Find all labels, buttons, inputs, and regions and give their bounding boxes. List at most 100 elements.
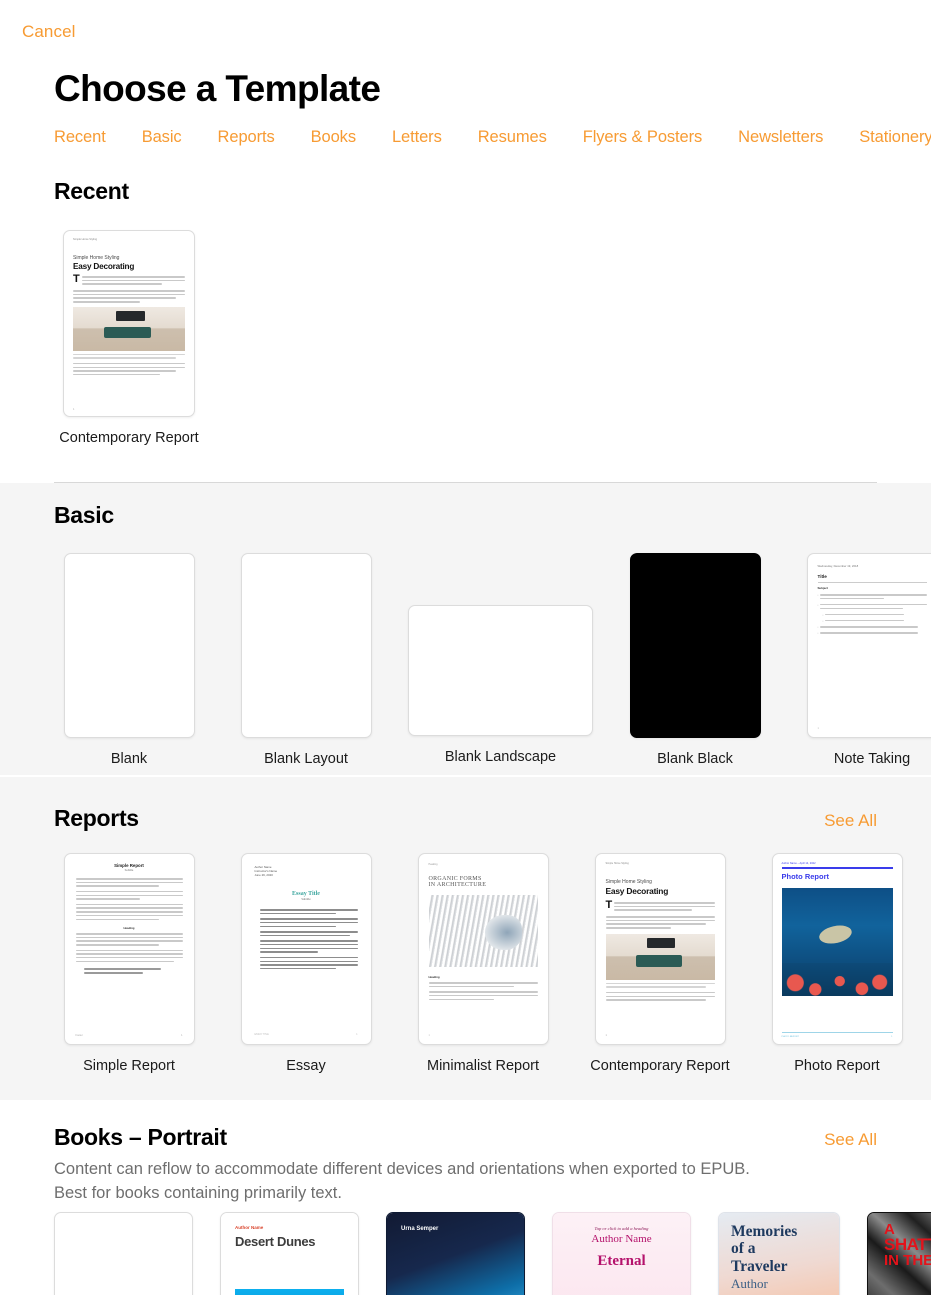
preview-author: Author Name [235,1225,264,1230]
template-card-blank[interactable]: Blank [54,553,204,769]
template-label: Blank Black [657,751,733,767]
template-thumbnail[interactable]: Tap or click to add a heading Author Nam… [552,1212,691,1295]
tab-resumes[interactable]: Resumes [478,128,547,147]
tab-letters[interactable]: Letters [392,128,442,147]
tab-reports[interactable]: Reports [218,128,275,147]
template-card-desert-dunes[interactable]: Author Name Desert Dunes [220,1212,359,1295]
see-all-reports-link[interactable]: See All [824,811,877,831]
template-label: Contemporary Report [59,430,199,446]
section-reports-title: Reports [54,805,139,831]
preview-eyebrow: Simple Home Styling [73,255,120,261]
preview-title: Photo Report [781,871,830,881]
template-card-urna-semper[interactable]: Urna Semper [386,1212,525,1295]
template-label: Photo Report [794,1058,880,1074]
template-thumbnail[interactable]: Simple Home Styling Simple Home Styling … [63,230,195,417]
thumbnail-preview: Author Name – April 14, 2022 Photo Repor… [773,854,902,1044]
preview-dropcap: T [605,899,613,911]
thumbnail-preview: Tap or click to add a heading Author Nam… [553,1213,690,1295]
preview-title: Simple Report [114,863,144,868]
section-books-title: Books – Portrait [54,1124,227,1150]
tab-books[interactable]: Books [311,128,356,147]
template-thumbnail[interactable]: Memories of a Traveler Author [718,1212,840,1295]
template-thumbnail[interactable]: Heading ORGANIC FORMS IN ARCHITECTURE He… [417,853,549,1045]
preview-caption [73,353,185,359]
template-card-blank-book[interactable] [54,1212,193,1295]
template-card-blank-black[interactable]: Blank Black [620,553,770,769]
thumbnail-preview: Simple Report Subtitle Heading Footer 1 [65,854,194,1044]
template-card-contemporary-report-recent[interactable]: Simple Home Styling Simple Home Styling … [54,230,204,448]
basic-template-row: Blank Blank Layout Blank Landscape Blank… [54,553,931,769]
template-thumbnail[interactable]: Author Name – April 14, 2022 Photo Repor… [771,853,903,1045]
preview-title-line2: of a [731,1240,756,1258]
template-thumbnail[interactable]: Wednesday, December 19, 2018 Title Subje… [806,553,931,738]
template-card-photo-report[interactable]: Author Name – April 14, 2022 Photo Repor… [762,853,912,1076]
preview-eyebrow: Heading [428,863,438,866]
template-card-memories-of-a-traveler[interactable]: Memories of a Traveler Author [718,1212,840,1295]
preview-title: Desert Dunes [235,1234,316,1249]
thumbnail-preview: Author Name Instructor's Name June 29, 2… [242,854,371,1044]
template-card-blank-landscape[interactable]: Blank Landscape [408,553,593,767]
preview-photo-room [73,306,185,351]
template-card-shatter[interactable]: A SHATTER IN THE [867,1212,931,1295]
preview-body-one: T [73,273,185,287]
template-thumbnail[interactable]: Author Name Instructor's Name June 29, 2… [240,853,372,1045]
template-card-blank-layout[interactable]: Blank Layout [231,553,381,769]
template-card-simple-report[interactable]: Simple Report Subtitle Heading Footer 1 [54,853,204,1076]
template-thumbnail[interactable] [54,1212,193,1295]
template-thumbnail[interactable]: Urna Semper [386,1212,525,1295]
template-thumbnail[interactable]: A SHATTER IN THE [867,1212,931,1295]
preview-photo-room [605,933,715,980]
preview-footer: ESSAY TITLE [254,1034,269,1036]
preview-author: Author Name [591,1233,652,1245]
section-books-header: Books – Portrait See All [0,1124,931,1151]
template-thumbnail[interactable]: Simple Report Subtitle Heading Footer 1 [63,853,195,1045]
template-label: Note Taking [833,751,911,767]
preview-title: Title [817,574,827,579]
page-title: Choose a Template [54,68,381,109]
preview-subtitle: Subtitle [301,897,311,901]
template-card-minimalist-report[interactable]: Heading ORGANIC FORMS IN ARCHITECTURE He… [408,853,558,1076]
thumbnail-preview: Heading ORGANIC FORMS IN ARCHITECTURE He… [419,854,548,1044]
template-thumbnail[interactable] [240,553,372,738]
tab-recent[interactable]: Recent [54,128,106,147]
template-thumbnail[interactable]: Simple Home Styling Simple Home Styling … [594,853,726,1045]
template-thumbnail[interactable] [408,605,593,736]
template-card-note-taking[interactable]: Wednesday, December 19, 2018 Title Subje… [797,553,931,769]
template-label: Blank [110,751,148,767]
template-card-essay[interactable]: Author Name Instructor's Name June 29, 2… [231,853,381,1076]
section-reports: Reports See All [0,805,931,832]
section-recent: Recent [0,178,931,205]
preview-title: Eternal [597,1253,646,1269]
preview-author: Author [731,1276,768,1292]
reports-template-row: Simple Report Subtitle Heading Footer 1 [54,853,931,1076]
see-all-books-link[interactable]: See All [824,1130,877,1150]
preview-photo-sea [781,887,893,996]
preview-title: Easy Decorating [73,262,135,271]
tab-newsletters[interactable]: Newsletters [738,128,823,147]
preview-body-three [73,362,185,376]
preview-page-number: 1 [181,1034,183,1037]
section-basic: Basic [0,502,931,529]
tab-basic[interactable]: Basic [142,128,182,147]
template-label: Essay [286,1058,326,1074]
preview-subtitle: Subtitle [124,869,134,872]
preview-eyebrow: Simple Home Styling [605,879,652,885]
tab-stationery[interactable]: Stationery [859,128,931,147]
preview-footer: PHOTO REPORT [781,1036,799,1038]
preview-page-number: 1 [605,1034,607,1037]
preview-title-line3: IN THE [884,1251,931,1269]
preview-title-line2: IN ARCHITECTURE [428,882,487,888]
cancel-button[interactable]: Cancel [22,22,76,42]
template-card-contemporary-report[interactable]: Simple Home Styling Simple Home Styling … [585,853,735,1076]
template-card-eternal[interactable]: Tap or click to add a heading Author Nam… [552,1212,691,1295]
preview-subject: Subject [817,586,828,590]
template-thumbnail[interactable]: Author Name Desert Dunes [220,1212,359,1295]
section-books-description: Content can reflow to accommodate differ… [54,1160,750,1202]
template-thumbnail[interactable] [63,553,195,738]
books-template-row: Author Name Desert Dunes Urna Semper Tap… [54,1212,931,1295]
tab-flyers-posters[interactable]: Flyers & Posters [583,128,703,147]
section-recent-header: Recent [0,178,931,205]
preview-dropcap: T [73,273,80,285]
template-thumbnail[interactable] [629,553,761,738]
preview-heading: Heading [123,926,135,930]
